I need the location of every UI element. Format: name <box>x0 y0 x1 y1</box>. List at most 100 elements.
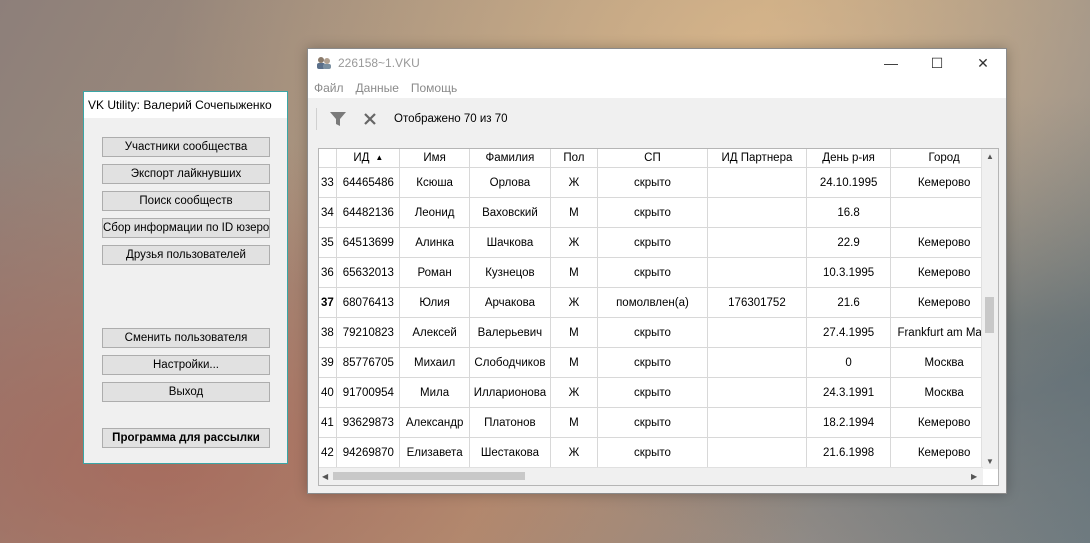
horizontal-scroll-thumb[interactable] <box>333 472 525 480</box>
cell-first-name[interactable]: Алексей <box>399 317 470 348</box>
table-row[interactable]: 39 85776705 Михаил Слободчиков Мскрыто 0 Москв… <box>319 347 998 378</box>
community-members-button[interactable]: Участники сообщества <box>102 137 270 157</box>
cell-row-number[interactable]: 36 <box>319 257 338 288</box>
change-user-button[interactable]: Сменить пользователя <box>102 328 270 348</box>
cell-row-number[interactable]: 41 <box>319 407 338 438</box>
scroll-right-icon[interactable]: ▶ <box>971 472 977 481</box>
cell-gender[interactable]: М <box>550 407 599 438</box>
col-header-birthday[interactable]: День р-ия <box>806 149 892 168</box>
cell-user-id[interactable]: 64513699 <box>336 227 401 258</box>
menu-data[interactable]: Данные <box>350 78 405 98</box>
cell-first-name[interactable]: Леонид <box>399 197 470 228</box>
cell-gender[interactable]: Ж <box>550 227 599 258</box>
cell-birthday[interactable]: 27.4.1995 <box>806 317 892 348</box>
cell-gender[interactable]: М <box>550 317 599 348</box>
cell-partner-id[interactable] <box>707 257 807 288</box>
cell-first-name[interactable]: Ксюша <box>399 167 470 198</box>
cell-user-id[interactable]: 64465486 <box>336 167 401 198</box>
vertical-scrollbar[interactable]: ▲ ▼ <box>981 149 998 469</box>
cell-gender[interactable]: Ж <box>550 377 599 408</box>
cell-first-name[interactable]: Михаил <box>399 347 470 378</box>
cell-relationship-status[interactable]: скрыто <box>597 437 708 468</box>
search-communities-button[interactable]: Поиск сообществ <box>102 191 270 211</box>
cell-row-number[interactable]: 37 <box>319 287 338 318</box>
cell-last-name[interactable]: Орлова <box>469 167 551 198</box>
table-row[interactable]: 41 93629873 Александр Платонов Мскрыто 18.2.1… <box>319 407 998 438</box>
cell-relationship-status[interactable]: скрыто <box>597 407 708 438</box>
col-header-partner-id[interactable]: ИД Партнера <box>707 149 807 168</box>
table-row[interactable]: 35 64513699 Алинка Шачкова Жскрыто 22.9 Кемеро… <box>319 227 998 258</box>
cell-last-name[interactable]: Шестакова <box>469 437 551 468</box>
cell-first-name[interactable]: Елизавета <box>399 437 470 468</box>
cell-gender[interactable]: Ж <box>550 437 599 468</box>
col-header-gender[interactable]: Пол <box>550 149 599 168</box>
scroll-left-icon[interactable]: ◀ <box>322 472 328 481</box>
cell-birthday[interactable]: 0 <box>806 347 892 378</box>
table-row[interactable]: 37 68076413 Юлия Арчакова Жпомолвлен(а) 17630… <box>319 287 998 318</box>
exit-button[interactable]: Выход <box>102 382 270 402</box>
col-header-name[interactable]: Имя <box>399 149 470 168</box>
table-row[interactable]: 38 79210823 Алексей Валерьевич Мскрыто 27.4.1… <box>319 317 998 348</box>
maximize-icon[interactable]: ☐ <box>914 49 960 78</box>
menu-help[interactable]: Помощь <box>405 78 463 98</box>
cell-user-id[interactable]: 94269870 <box>336 437 401 468</box>
cell-birthday[interactable]: 24.10.1995 <box>806 167 892 198</box>
vertical-scroll-thumb[interactable] <box>985 297 994 333</box>
filter-icon[interactable] <box>327 108 349 130</box>
cell-birthday[interactable]: 16.8 <box>806 197 892 228</box>
cell-row-number[interactable]: 33 <box>319 167 338 198</box>
settings-button[interactable]: Настройки... <box>102 355 270 375</box>
horizontal-scrollbar[interactable]: ◀ ▶ <box>319 467 983 485</box>
cell-partner-id[interactable] <box>707 377 807 408</box>
cell-last-name[interactable]: Илларионова <box>469 377 551 408</box>
table-row[interactable]: 33 64465486 Ксюша Орлова Жскрыто 24.10.1995 Ке… <box>319 167 998 198</box>
cell-gender[interactable]: М <box>550 257 599 288</box>
cell-partner-id[interactable] <box>707 437 807 468</box>
cell-partner-id[interactable] <box>707 227 807 258</box>
cell-partner-id[interactable]: 176301752 <box>707 287 807 318</box>
cell-birthday[interactable]: 24.3.1991 <box>806 377 892 408</box>
cell-last-name[interactable]: Шачкова <box>469 227 551 258</box>
cell-gender[interactable]: М <box>550 347 599 378</box>
cell-first-name[interactable]: Александр <box>399 407 470 438</box>
cell-last-name[interactable]: Арчакова <box>469 287 551 318</box>
cell-birthday[interactable]: 10.3.1995 <box>806 257 892 288</box>
cell-partner-id[interactable] <box>707 317 807 348</box>
cell-gender[interactable]: Ж <box>550 287 599 318</box>
cell-user-id[interactable]: 79210823 <box>336 317 401 348</box>
cell-relationship-status[interactable]: скрыто <box>597 377 708 408</box>
scroll-up-icon[interactable]: ▲ <box>986 152 994 161</box>
cell-row-number[interactable]: 35 <box>319 227 338 258</box>
scroll-down-icon[interactable]: ▼ <box>986 457 994 466</box>
cell-row-number[interactable]: 34 <box>319 197 338 228</box>
col-header-id[interactable]: ИД ▲ <box>336 149 401 168</box>
cell-first-name[interactable]: Роман <box>399 257 470 288</box>
col-header-relationship[interactable]: СП <box>597 149 708 168</box>
cell-last-name[interactable]: Ваховский <box>469 197 551 228</box>
clear-icon[interactable] <box>359 108 381 130</box>
cell-user-id[interactable]: 64482136 <box>336 197 401 228</box>
cell-relationship-status[interactable]: скрыто <box>597 197 708 228</box>
col-header-surname[interactable]: Фамилия <box>469 149 551 168</box>
cell-first-name[interactable]: Юлия <box>399 287 470 318</box>
cell-relationship-status[interactable]: помолвлен(а) <box>597 287 708 318</box>
cell-row-number[interactable]: 40 <box>319 377 338 408</box>
cell-user-id[interactable]: 93629873 <box>336 407 401 438</box>
cell-gender[interactable]: М <box>550 197 599 228</box>
cell-row-number[interactable]: 42 <box>319 437 338 468</box>
minimize-icon[interactable]: — <box>868 49 914 78</box>
cell-last-name[interactable]: Слободчиков <box>469 347 551 378</box>
cell-relationship-status[interactable]: скрыто <box>597 167 708 198</box>
cell-first-name[interactable]: Алинка <box>399 227 470 258</box>
cell-partner-id[interactable] <box>707 197 807 228</box>
mailing-program-button[interactable]: Программа для рассылки <box>102 428 270 448</box>
cell-birthday[interactable]: 21.6 <box>806 287 892 318</box>
table-row[interactable]: 40 91700954 Мила Илларионова Жскрыто 24.3.199… <box>319 377 998 408</box>
cell-user-id[interactable]: 65632013 <box>336 257 401 288</box>
cell-gender[interactable]: Ж <box>550 167 599 198</box>
cell-last-name[interactable]: Валерьевич <box>469 317 551 348</box>
cell-relationship-status[interactable]: скрыто <box>597 257 708 288</box>
export-likers-button[interactable]: Экспорт лайкнувших <box>102 164 270 184</box>
cell-first-name[interactable]: Мила <box>399 377 470 408</box>
cell-birthday[interactable]: 18.2.1994 <box>806 407 892 438</box>
